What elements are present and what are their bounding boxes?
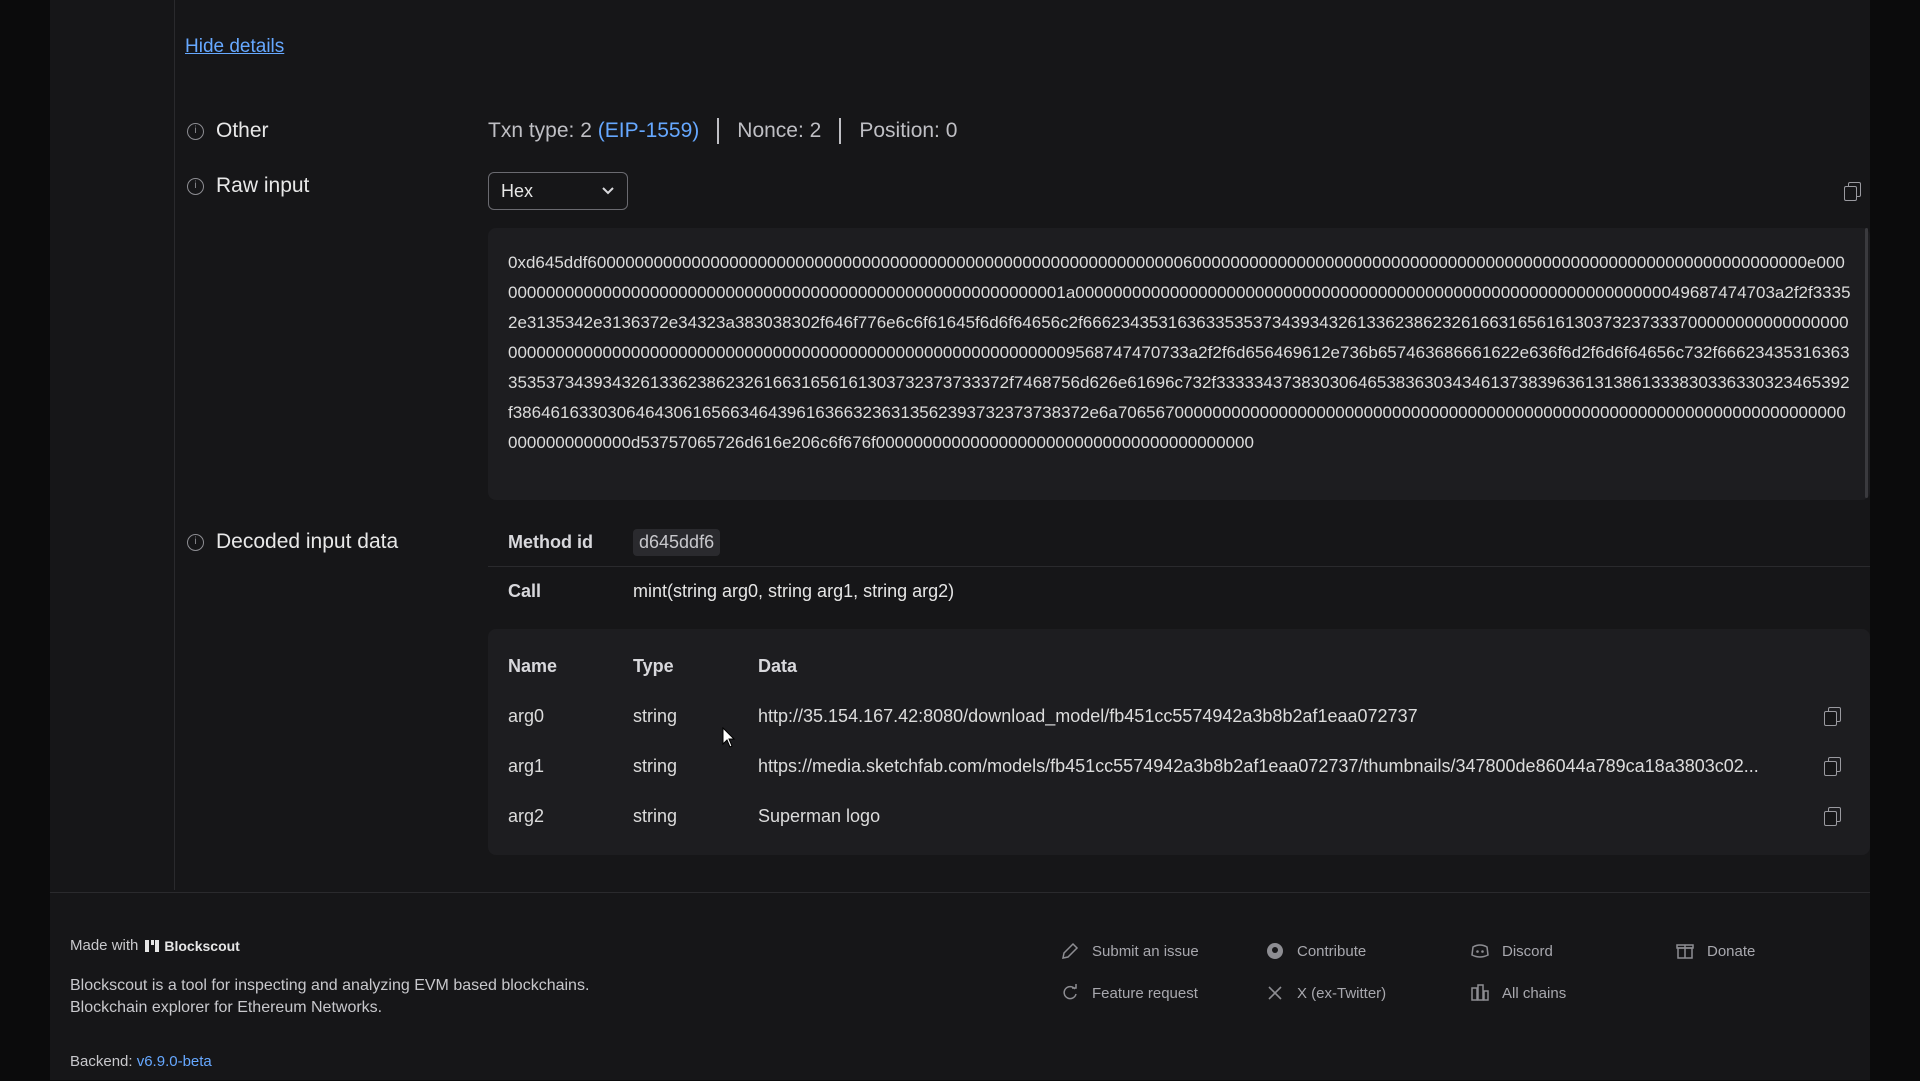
discord-icon [1471,944,1489,958]
args-table: Name Type Data arg0 string http://35.154… [488,629,1870,855]
desc-line: Blockscout is a tool for inspecting and … [70,977,590,994]
call-value: mint(string arg0, string arg1, string ar… [633,580,955,601]
decoded-label: Decoded input data [216,530,399,553]
copy-raw-input-icon[interactable] [1844,182,1861,201]
header-type: Type [633,655,674,676]
x-icon [1268,986,1282,1000]
hide-details-link[interactable]: Hide details [185,36,284,58]
arg-name: arg2 [508,805,545,826]
other-label-row: i Other [187,119,269,143]
raw-input-scrollbar[interactable] [1865,228,1868,498]
all-chains-link[interactable]: All chains [1470,983,1675,1003]
github-icon [1267,943,1283,959]
arg-data: http://35.154.167.42:8080/download_model… [758,705,1418,726]
method-id-row: Method id d645ddf6 [488,518,1870,566]
other-values: Txn type: 2 (EIP-1559) Nonce: 2 Position… [488,118,957,144]
donate-link[interactable]: Donate [1675,941,1880,961]
arg-data: Superman logo [758,805,881,826]
raw-input-box: 0xd645ddf6000000000000000000000000000000… [488,228,1870,500]
other-label: Other [216,119,269,142]
method-id-value: d645ddf6 [633,528,721,556]
discord-link[interactable]: Discord [1470,941,1675,961]
arg-name: arg1 [508,755,545,776]
feature-request-link[interactable]: Feature request [1060,983,1265,1003]
arg-data: https://media.sketchfab.com/models/fb451… [758,755,1759,776]
table-row: arg1 string https://media.sketchfab.com/… [488,741,1870,791]
chains-icon [1471,984,1489,1001]
raw-input-label-row: i Raw input [187,174,309,198]
blockscout-icon [145,939,160,952]
arg-name: arg0 [508,705,545,726]
copy-icon[interactable] [1824,757,1841,776]
raw-input-value: 0xd645ddf6000000000000000000000000000000… [508,253,1851,452]
info-icon[interactable]: i [187,122,204,140]
nonce-value: Nonce: 2 [737,119,822,142]
brand-name: Blockscout [164,937,240,954]
submit-issue-link[interactable]: Submit an issue [1060,941,1265,961]
call-row: Call mint(string arg0, string arg1, stri… [488,567,1870,615]
method-id-label: Method id [508,531,593,552]
backend-version-link[interactable]: v6.9.0-beta [137,1053,212,1070]
footer: Made with Blockscout Blockscout is a too… [50,892,1870,1081]
arg-type: string [633,805,678,826]
pencil-icon [1062,942,1079,959]
info-icon[interactable]: i [187,177,204,195]
header-data: Data [758,655,798,676]
position-value: Position: 0 [859,119,958,142]
mouse-cursor-icon [722,727,736,748]
call-label: Call [508,580,542,601]
format-select[interactable]: Hex [488,172,628,210]
blockscout-logo[interactable]: Blockscout [144,937,240,954]
footer-description: Blockscout is a tool for inspecting and … [70,975,589,1019]
gift-icon [1676,944,1694,959]
raw-input-label: Raw input [216,174,310,197]
table-row: arg0 string http://35.154.167.42:8080/do… [488,691,1870,741]
footer-links: Submit an issue Contribute Discord Donat… [1060,941,1880,1003]
header-name: Name [508,655,558,676]
backend-version: Backend: v6.9.0-beta [70,1053,212,1070]
copy-icon[interactable] [1824,707,1841,726]
table-row: arg2 string Superman logo [488,791,1870,841]
info-icon[interactable]: i [187,533,204,551]
separator [839,118,842,144]
desc-line: Blockchain explorer for Ethereum Network… [70,999,383,1016]
decoded-input-area: Method id d645ddf6 Call mint(string arg0… [488,518,1870,855]
arg-type: string [633,705,678,726]
txn-type: Txn type: 2 (EIP-1559) [488,119,700,142]
left-divider-line [174,0,175,890]
separator [717,118,720,144]
copy-icon[interactable] [1824,807,1841,826]
chevron-down-icon [602,187,614,195]
refresh-icon [1063,984,1077,1000]
made-with-label: Made with [70,937,139,954]
eip-link[interactable]: (EIP-1559) [598,119,700,142]
arg-type: string [633,755,678,776]
made-with: Made with Blockscout [70,937,240,954]
contribute-link[interactable]: Contribute [1265,941,1470,961]
x-twitter-link[interactable]: X (ex-Twitter) [1265,983,1470,1003]
backend-label: Backend: [70,1053,133,1070]
decoded-label-row: i Decoded input data [187,530,398,554]
table-header-row: Name Type Data [488,641,1870,691]
format-select-value: Hex [501,180,534,201]
